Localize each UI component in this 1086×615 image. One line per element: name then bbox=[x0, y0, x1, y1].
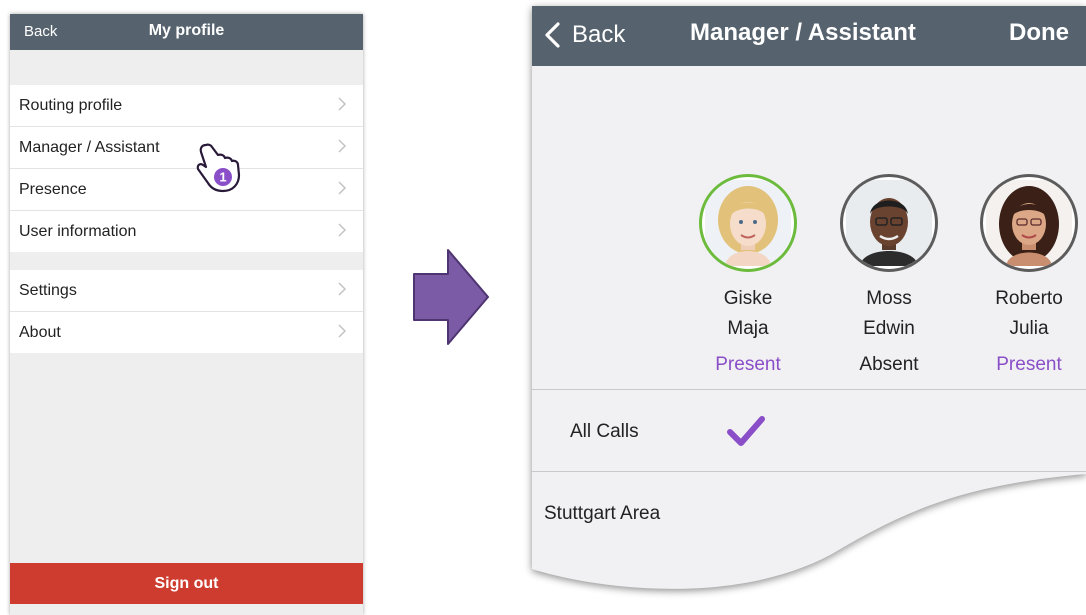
person-moss-edwin[interactable]: Moss Edwin Absent bbox=[833, 174, 945, 376]
chevron-right-icon bbox=[338, 324, 347, 338]
person-roberto-julia[interactable]: Roberto Julia Present bbox=[973, 174, 1085, 376]
done-button[interactable]: Done bbox=[1009, 19, 1069, 47]
right-arrow-icon bbox=[413, 249, 489, 345]
presence-status: Absent bbox=[859, 354, 919, 375]
menu-item-settings[interactable]: Settings bbox=[10, 270, 363, 312]
menu-item-label: Manager / Assistant bbox=[19, 139, 160, 156]
menu-item-user-information[interactable]: User information bbox=[10, 211, 363, 252]
checkmark-icon[interactable] bbox=[726, 414, 766, 448]
person-photo-icon bbox=[705, 180, 791, 266]
all-calls-label: All Calls bbox=[570, 421, 639, 442]
menu-item-routing-profile[interactable]: Routing profile bbox=[10, 85, 363, 127]
menu-item-label: Routing profile bbox=[19, 97, 123, 114]
my-profile-screen: Back My profile Routing profile Manager … bbox=[10, 14, 363, 615]
menu-item-label: Settings bbox=[19, 282, 77, 299]
manager-assistant-header: Back Manager / Assistant Done bbox=[532, 6, 1086, 66]
person-last-name: Julia bbox=[1009, 318, 1049, 339]
person-last-name: Edwin bbox=[863, 318, 915, 339]
avatar bbox=[980, 174, 1078, 272]
avatar bbox=[699, 174, 797, 272]
person-first-name: Roberto bbox=[995, 288, 1063, 309]
page-title: My profile bbox=[148, 22, 225, 39]
profile-menu-group: Routing profile Manager / Assistant Pres… bbox=[10, 85, 363, 252]
chevron-right-icon bbox=[338, 139, 347, 153]
person-giske-maja[interactable]: Giske Maja Present bbox=[692, 174, 804, 376]
chevron-left-icon bbox=[544, 22, 562, 48]
tap-hand-icon: 1 bbox=[196, 143, 241, 193]
sign-out-button[interactable]: Sign out bbox=[10, 563, 363, 604]
divider bbox=[532, 389, 1086, 390]
back-label: Back bbox=[572, 21, 626, 48]
menu-item-manager-assistant[interactable]: Manager / Assistant bbox=[10, 127, 363, 169]
chevron-right-icon bbox=[338, 97, 347, 111]
chevron-right-icon bbox=[338, 181, 347, 195]
menu-item-about[interactable]: About bbox=[10, 312, 363, 353]
menu-item-label: About bbox=[19, 324, 61, 341]
stuttgart-area-label: Stuttgart Area bbox=[544, 503, 661, 524]
person-first-name: Moss bbox=[866, 288, 912, 309]
person-photo-icon bbox=[986, 180, 1072, 266]
divider bbox=[532, 471, 1086, 472]
person-photo-icon bbox=[846, 180, 932, 266]
menu-item-presence[interactable]: Presence bbox=[10, 169, 363, 211]
avatar bbox=[840, 174, 938, 272]
my-profile-header: Back My profile bbox=[10, 14, 363, 50]
person-first-name: Giske bbox=[723, 288, 773, 309]
settings-menu-group: Settings About bbox=[10, 270, 363, 353]
step-number: 1 bbox=[219, 170, 226, 185]
menu-item-label: Presence bbox=[19, 181, 87, 198]
menu-item-label: User information bbox=[19, 223, 137, 240]
person-last-name: Maja bbox=[727, 318, 769, 339]
presence-status: Present bbox=[715, 354, 781, 375]
chevron-right-icon bbox=[338, 282, 347, 296]
manager-assistant-screen: Back Manager / Assistant Done Giske Maja… bbox=[532, 6, 1086, 596]
chevron-right-icon bbox=[338, 223, 347, 237]
page-title: Manager / Assistant bbox=[690, 19, 916, 46]
presence-status: Present bbox=[996, 354, 1062, 375]
